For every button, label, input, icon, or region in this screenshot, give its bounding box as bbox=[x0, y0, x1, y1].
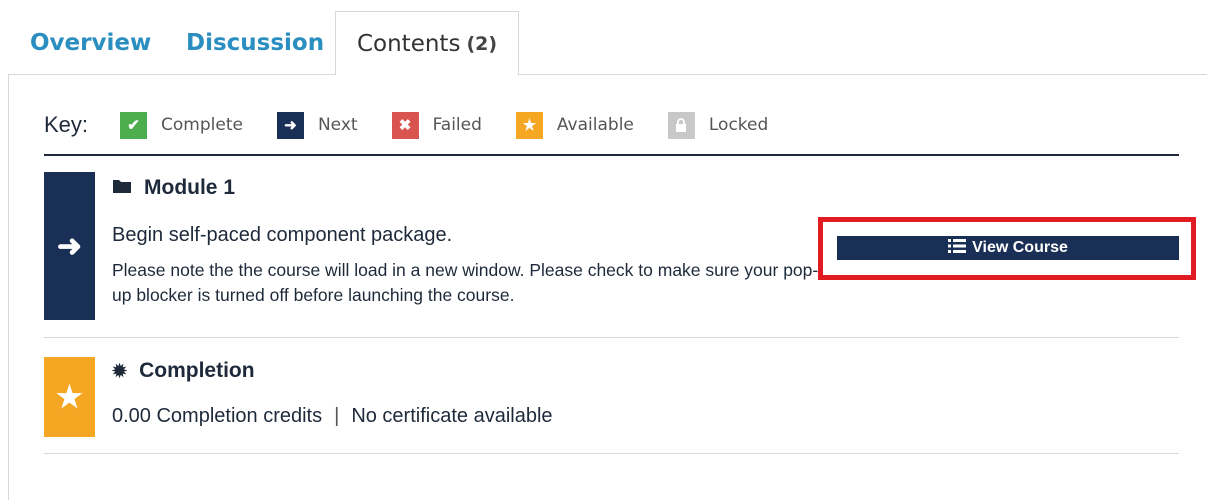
view-course-label: View Course bbox=[972, 239, 1068, 256]
status-key: Key: ✔ Complete ➜ Next ✖ Failed ★ Availa… bbox=[44, 108, 1178, 142]
key-label: Available bbox=[556, 115, 634, 135]
completion-row: ★ ✹ Completion 0.00 Completion credits | N… bbox=[44, 357, 1179, 437]
key-label: Locked bbox=[708, 115, 769, 135]
panel-border bbox=[8, 74, 9, 500]
certificate-status: No certificate available bbox=[351, 405, 553, 427]
tab-underline bbox=[8, 74, 335, 75]
key-item-complete: ✔ Complete bbox=[120, 111, 243, 139]
list-icon bbox=[948, 238, 967, 259]
module-note: Please note the the course will load in … bbox=[112, 260, 819, 305]
star-icon: ★ bbox=[44, 357, 95, 437]
key-item-next: ➜ Next bbox=[276, 111, 358, 139]
star-icon: ★ bbox=[515, 111, 543, 139]
completion-info: 0.00 Completion credits | No certificate a… bbox=[112, 405, 553, 428]
lock-icon bbox=[667, 111, 695, 139]
key-item-failed: ✖ Failed bbox=[391, 111, 482, 139]
arrow-right-icon: ➜ bbox=[44, 172, 95, 320]
key-divider bbox=[44, 154, 1179, 156]
x-icon: ✖ bbox=[391, 111, 419, 139]
badge-icon: ✹ bbox=[112, 360, 128, 381]
module-title: Module 1 bbox=[112, 176, 235, 200]
separator: | bbox=[334, 405, 340, 427]
tab-contents-label: Contents bbox=[356, 30, 461, 57]
module-description: Begin self-paced component package. bbox=[112, 224, 453, 246]
tab-contents[interactable]: Contents (2) bbox=[335, 11, 519, 75]
key-label: Failed bbox=[432, 115, 482, 135]
tab-contents-count: (2) bbox=[466, 32, 498, 55]
key-label: Complete bbox=[161, 115, 243, 135]
completion-title-text: Completion bbox=[139, 359, 255, 382]
tab-overview[interactable]: Overview bbox=[30, 12, 151, 74]
row-divider bbox=[44, 337, 1179, 338]
tab-bar: Overview Discussion Contents (2) bbox=[0, 0, 1207, 75]
key-label: Next bbox=[317, 115, 358, 135]
arrow-right-icon: ➜ bbox=[276, 111, 304, 139]
check-icon: ✔ bbox=[120, 111, 148, 139]
key-title: Key: bbox=[44, 112, 89, 137]
row-divider bbox=[44, 453, 1179, 454]
key-item-available: ★ Available bbox=[515, 111, 634, 139]
completion-title: ✹ Completion bbox=[112, 359, 255, 383]
module-title-text: Module 1 bbox=[144, 176, 236, 199]
tab-discussion[interactable]: Discussion bbox=[186, 12, 324, 74]
tab-underline bbox=[519, 74, 1207, 75]
key-item-locked: Locked bbox=[667, 111, 769, 139]
completion-credits: 0.00 Completion credits bbox=[112, 405, 323, 427]
folder-icon bbox=[112, 178, 132, 199]
view-course-button[interactable]: View Course bbox=[837, 236, 1179, 260]
